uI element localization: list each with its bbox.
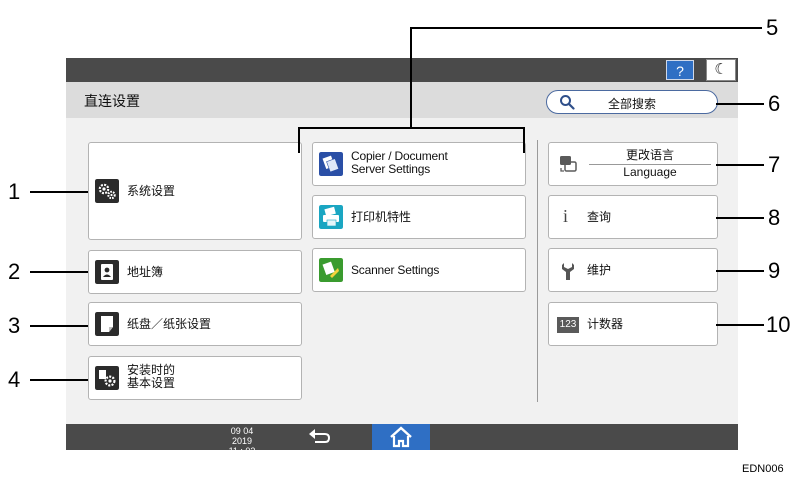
inquiry-label: 查询 — [587, 210, 612, 224]
system-settings-tile[interactable]: 系统设置 — [88, 142, 302, 240]
home-button[interactable] — [372, 424, 430, 450]
search-label: 全部搜索 — [607, 97, 656, 111]
home-icon — [390, 426, 412, 448]
callout-7: 7 — [768, 152, 781, 177]
moon-icon: ☾ — [714, 61, 728, 78]
back-button[interactable] — [300, 425, 340, 449]
tray-paper-settings-tile[interactable]: 纸盘／纸张设置 — [88, 302, 302, 346]
system-settings-label: 系统设置 — [127, 184, 176, 198]
address-book-label: 地址簿 — [127, 265, 164, 279]
theme-button[interactable]: ☾ — [706, 59, 736, 81]
callout-line-9 — [716, 270, 764, 272]
date-time: 09 04 2019 11 : 02 — [222, 426, 262, 456]
callout-line-7 — [716, 164, 764, 166]
top-bar: ? ☾ — [66, 58, 738, 82]
figure-code: EDN006 — [742, 463, 784, 475]
callout-3: 3 — [8, 313, 21, 338]
all-search-button[interactable]: 全部搜索 — [546, 90, 718, 114]
install-label: 安装时的 基本设置 — [127, 364, 175, 390]
inquiry-tile[interactable]: i 查询 — [548, 195, 718, 239]
callout-line-5-left — [298, 127, 300, 153]
copier-document-server-settings-tile[interactable]: Copier / Document Server Settings — [312, 142, 526, 186]
callout-line-5-right — [523, 127, 525, 153]
callout-10: 10 — [766, 312, 791, 337]
callout-line-3 — [30, 325, 88, 327]
callout-line-2 — [30, 271, 88, 273]
callout-line-5-bracket — [298, 127, 525, 129]
callout-line-5-top — [410, 27, 762, 29]
address-book-tile[interactable]: 地址簿 — [88, 250, 302, 294]
copier-icon — [319, 152, 343, 176]
callout-line-10 — [716, 324, 764, 326]
callout-line-8 — [716, 217, 764, 219]
callout-8: 8 — [768, 205, 781, 230]
gears-icon — [95, 179, 119, 203]
counter-tile[interactable]: 123 计数器 — [548, 302, 718, 346]
address-book-icon — [95, 260, 119, 284]
change-language-tile[interactable]: 更改语言 Language — [548, 142, 718, 186]
column-divider — [537, 140, 538, 402]
callout-4: 4 — [8, 367, 21, 392]
printer-label: 打印机特性 — [351, 210, 412, 224]
language-label: 更改语言 Language — [589, 148, 711, 180]
callout-1: 1 — [8, 179, 21, 204]
install-basic-settings-tile[interactable]: 安装时的 基本设置 — [88, 356, 302, 400]
install-gear-icon — [95, 366, 119, 390]
tray-paper-label: 纸盘／纸张设置 — [127, 317, 212, 331]
callout-line-1 — [30, 191, 88, 193]
page-title: 直连设置 — [84, 93, 140, 109]
language-label-line1: 更改语言 — [589, 148, 711, 165]
callout-5: 5 — [766, 15, 779, 40]
title-bar: 直连设置 全部搜索 — [66, 82, 738, 118]
callout-2: 2 — [8, 259, 21, 284]
info-icon: i — [563, 206, 569, 226]
date-text: 09 04 2019 — [230, 426, 254, 446]
copier-label: Copier / Document Server Settings — [351, 150, 448, 176]
bottom-bar: 09 04 2019 11 : 02 — [66, 424, 738, 456]
wrench-icon — [562, 263, 574, 280]
scanner-icon — [319, 258, 343, 282]
callout-6: 6 — [768, 91, 781, 116]
scanner-settings-tile[interactable]: Scanner Settings — [312, 248, 526, 292]
language-icon — [560, 156, 577, 172]
printer-features-tile[interactable]: 打印机特性 — [312, 195, 526, 239]
callout-line-6 — [716, 103, 764, 105]
paper-tray-icon — [95, 312, 119, 336]
back-arrow-icon — [309, 429, 331, 443]
device-screen: ? ☾ 直连设置 全部搜索 系统设置 地址簿 纸盘／纸张设置 安装时的 基本设置… — [66, 58, 738, 456]
language-label-line2: Language — [623, 165, 677, 179]
counter-icon: 123 — [557, 317, 579, 333]
time-text: 11 : 02 — [228, 446, 256, 456]
callout-9: 9 — [768, 258, 781, 283]
printer-icon — [319, 205, 343, 229]
install-label-line2: 基本设置 — [127, 376, 176, 390]
callout-line-5-stem — [410, 27, 412, 129]
maintenance-tile[interactable]: 维护 — [548, 248, 718, 292]
scanner-label: Scanner Settings — [351, 263, 440, 277]
help-button[interactable]: ? — [666, 60, 694, 80]
maintenance-label: 维护 — [587, 263, 612, 277]
callout-line-4 — [30, 379, 88, 381]
copier-label-line2: Server Settings — [351, 162, 431, 176]
counter-label: 计数器 — [587, 317, 624, 331]
